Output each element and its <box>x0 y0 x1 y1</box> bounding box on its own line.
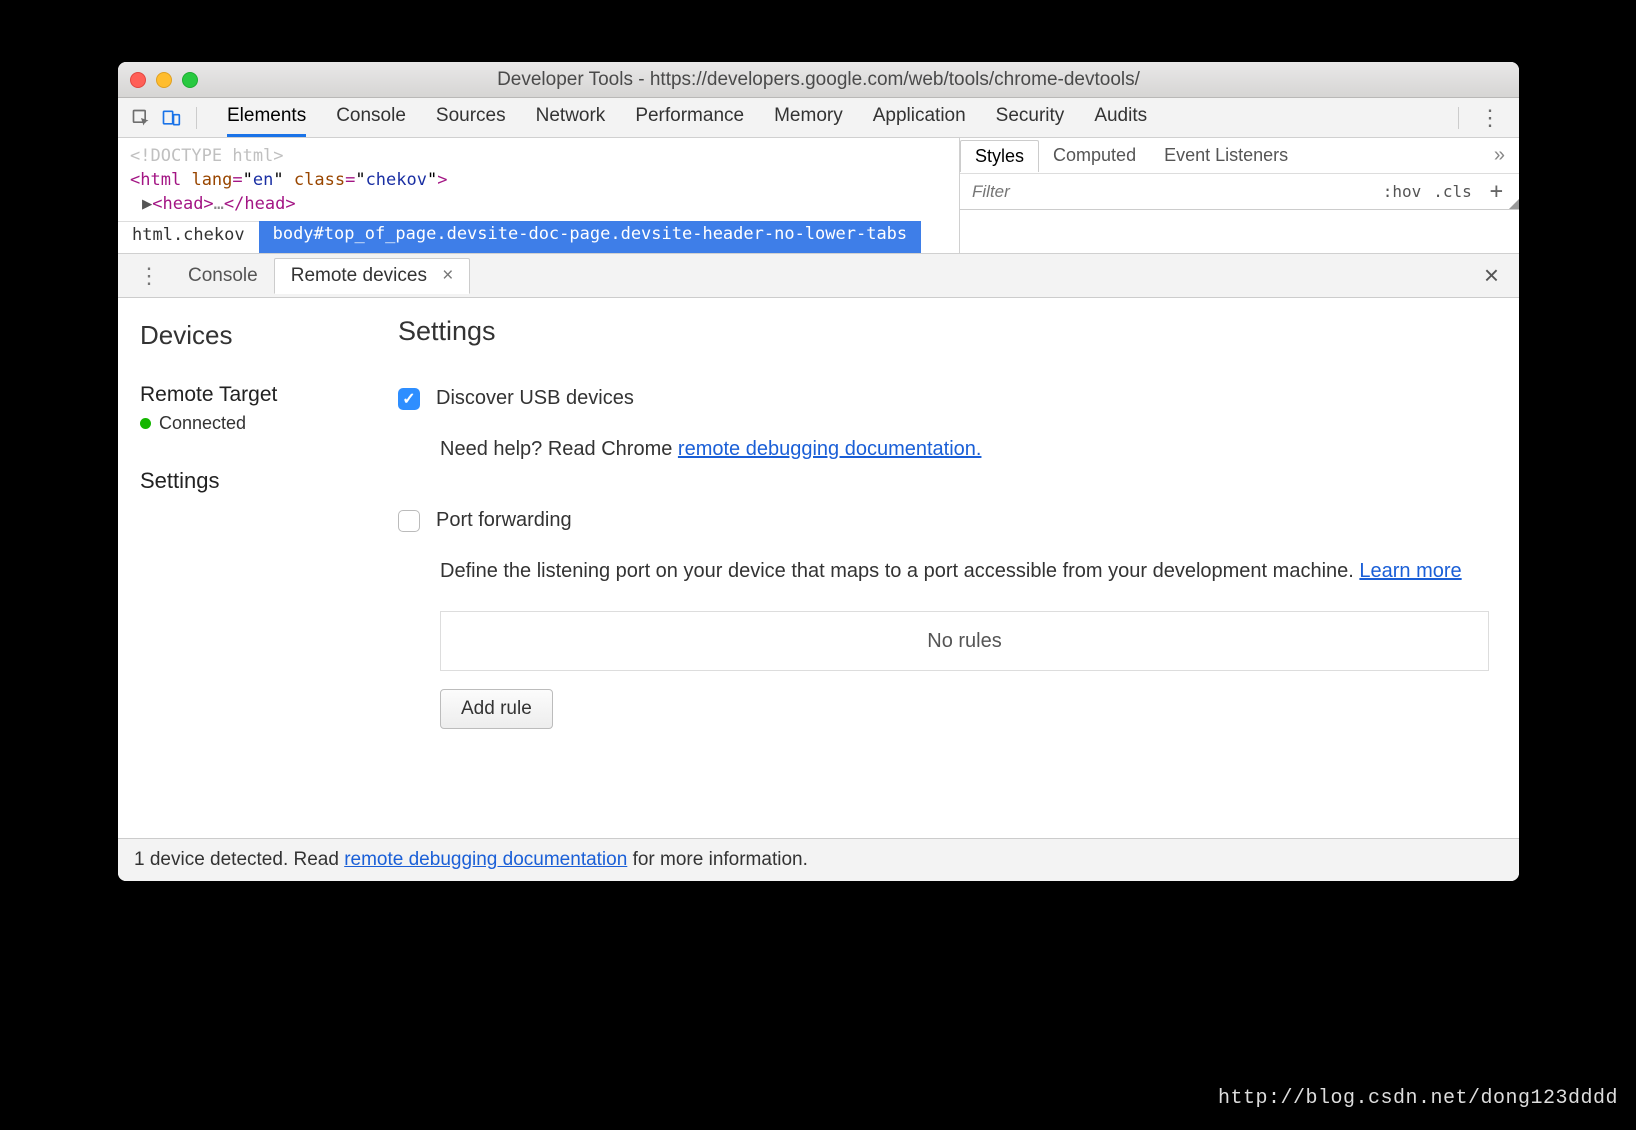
attr-value: chekov <box>366 170 427 190</box>
styles-tab-eventlisteners[interactable]: Event Listeners <box>1150 140 1302 171</box>
resize-corner-icon[interactable] <box>1509 199 1519 209</box>
tab-security[interactable]: Security <box>996 99 1065 137</box>
main-tabs: Elements Console Sources Network Perform… <box>227 99 1147 137</box>
status-bar: 1 device detected. Read remote debugging… <box>118 838 1519 881</box>
usb-help-text: Need help? Read Chrome remote debugging … <box>440 434 1489 465</box>
connection-status: Connected <box>140 413 398 434</box>
dom-tree[interactable]: <!DOCTYPE html> <html lang="en" class="c… <box>118 138 959 253</box>
dom-line: <html lang="en" class="chekov"> <box>130 170 947 190</box>
device-toggle-icon[interactable] <box>156 103 186 133</box>
styles-tab-styles[interactable]: Styles <box>960 140 1039 172</box>
setting-port-forwarding: Port forwarding Define the listening por… <box>398 509 1489 729</box>
settings-heading: Settings <box>398 316 1489 347</box>
tag-open: <head> <box>152 194 213 214</box>
tab-performance[interactable]: Performance <box>635 99 744 137</box>
sidebar-heading: Devices <box>140 320 398 351</box>
devices-sidebar: Devices Remote Target Connected Settings <box>118 298 398 838</box>
tab-application[interactable]: Application <box>873 99 966 137</box>
new-style-rule-icon[interactable]: + <box>1484 179 1509 204</box>
styles-tabs-more-icon[interactable]: » <box>1480 144 1519 167</box>
inspect-element-icon[interactable] <box>126 103 156 133</box>
settings-panel: Settings Discover USB devices Need help?… <box>398 298 1519 838</box>
drawer-tabbar: ⋮ Console Remote devices × × <box>118 254 1519 298</box>
usb-checkbox[interactable] <box>398 388 420 410</box>
cls-toggle[interactable]: .cls <box>1433 182 1472 201</box>
tab-elements[interactable]: Elements <box>227 99 306 137</box>
tag-close: </head> <box>224 194 296 214</box>
help-prefix: Need help? Read Chrome <box>440 438 678 460</box>
styles-tabs: Styles Computed Event Listeners » <box>960 138 1519 174</box>
attr-name: class <box>294 170 345 190</box>
elements-panel: <!DOCTYPE html> <html lang="en" class="c… <box>118 138 1519 254</box>
toolbar-separator <box>1458 107 1459 129</box>
sidebar-item-settings[interactable]: Settings <box>140 468 398 494</box>
drawer-menu-icon[interactable]: ⋮ <box>126 263 172 289</box>
tab-console[interactable]: Console <box>336 99 406 137</box>
drawer-tab-console[interactable]: Console <box>172 259 274 293</box>
tab-memory[interactable]: Memory <box>774 99 843 137</box>
sidebar-item-remote-target[interactable]: Remote Target <box>140 383 398 407</box>
close-drawer-icon[interactable]: × <box>1472 260 1511 291</box>
status-suffix: for more information. <box>627 849 808 870</box>
breadcrumb-item-selected[interactable]: body#top_of_page.devsite-doc-page.devsit… <box>259 221 922 253</box>
styles-filter-input[interactable] <box>960 182 1383 202</box>
usb-checkbox-label: Discover USB devices <box>436 387 634 410</box>
desc-prefix: Define the listening port on your device… <box>440 560 1359 582</box>
tag-name: html <box>140 170 181 190</box>
status-label: Connected <box>159 413 246 434</box>
status-doc-link[interactable]: remote debugging documentation <box>344 849 627 870</box>
portfwd-checkbox[interactable] <box>398 510 420 532</box>
tab-sources[interactable]: Sources <box>436 99 506 137</box>
setting-usb: Discover USB devices Need help? Read Chr… <box>398 387 1489 465</box>
styles-pane: Styles Computed Event Listeners » :hov .… <box>959 138 1519 253</box>
window-title: Developer Tools - https://developers.goo… <box>118 69 1519 91</box>
portfwd-desc: Define the listening port on your device… <box>440 556 1489 587</box>
remote-debugging-doc-link[interactable]: remote debugging documentation. <box>678 438 982 460</box>
kebab-menu-icon[interactable]: ⋮ <box>1469 105 1511 131</box>
dom-line: ▶<head>…</head> <box>130 194 947 214</box>
learn-more-link[interactable]: Learn more <box>1359 560 1461 582</box>
attr-name: lang <box>191 170 232 190</box>
portfwd-checkbox-label: Port forwarding <box>436 509 572 532</box>
titlebar: Developer Tools - https://developers.goo… <box>118 62 1519 98</box>
status-dot-icon <box>140 418 151 429</box>
devtools-window: Developer Tools - https://developers.goo… <box>118 62 1519 881</box>
add-rule-button[interactable]: Add rule <box>440 689 553 729</box>
drawer-body: Devices Remote Target Connected Settings… <box>118 298 1519 838</box>
styles-filter-row: :hov .cls + <box>960 174 1519 210</box>
tab-audits[interactable]: Audits <box>1094 99 1147 137</box>
breadcrumb-item[interactable]: html.chekov <box>118 221 259 253</box>
drawer-tab-label: Remote devices <box>291 265 427 286</box>
status-prefix: 1 device detected. Read <box>134 849 344 870</box>
tab-network[interactable]: Network <box>536 99 606 137</box>
close-tab-icon[interactable]: × <box>442 265 453 286</box>
dom-line: <!DOCTYPE html> <box>130 146 947 166</box>
toolbar-separator <box>196 107 197 129</box>
drawer-tab-remote-devices[interactable]: Remote devices × <box>274 258 471 294</box>
watermark: http://blog.csdn.net/dong123dddd <box>1218 1087 1618 1110</box>
styles-tab-computed[interactable]: Computed <box>1039 140 1150 171</box>
port-rules-empty: No rules <box>440 611 1489 671</box>
attr-value: en <box>253 170 273 190</box>
main-toolbar: Elements Console Sources Network Perform… <box>118 98 1519 138</box>
hov-toggle[interactable]: :hov <box>1383 182 1422 201</box>
breadcrumb: html.chekov body#top_of_page.devsite-doc… <box>118 221 959 253</box>
